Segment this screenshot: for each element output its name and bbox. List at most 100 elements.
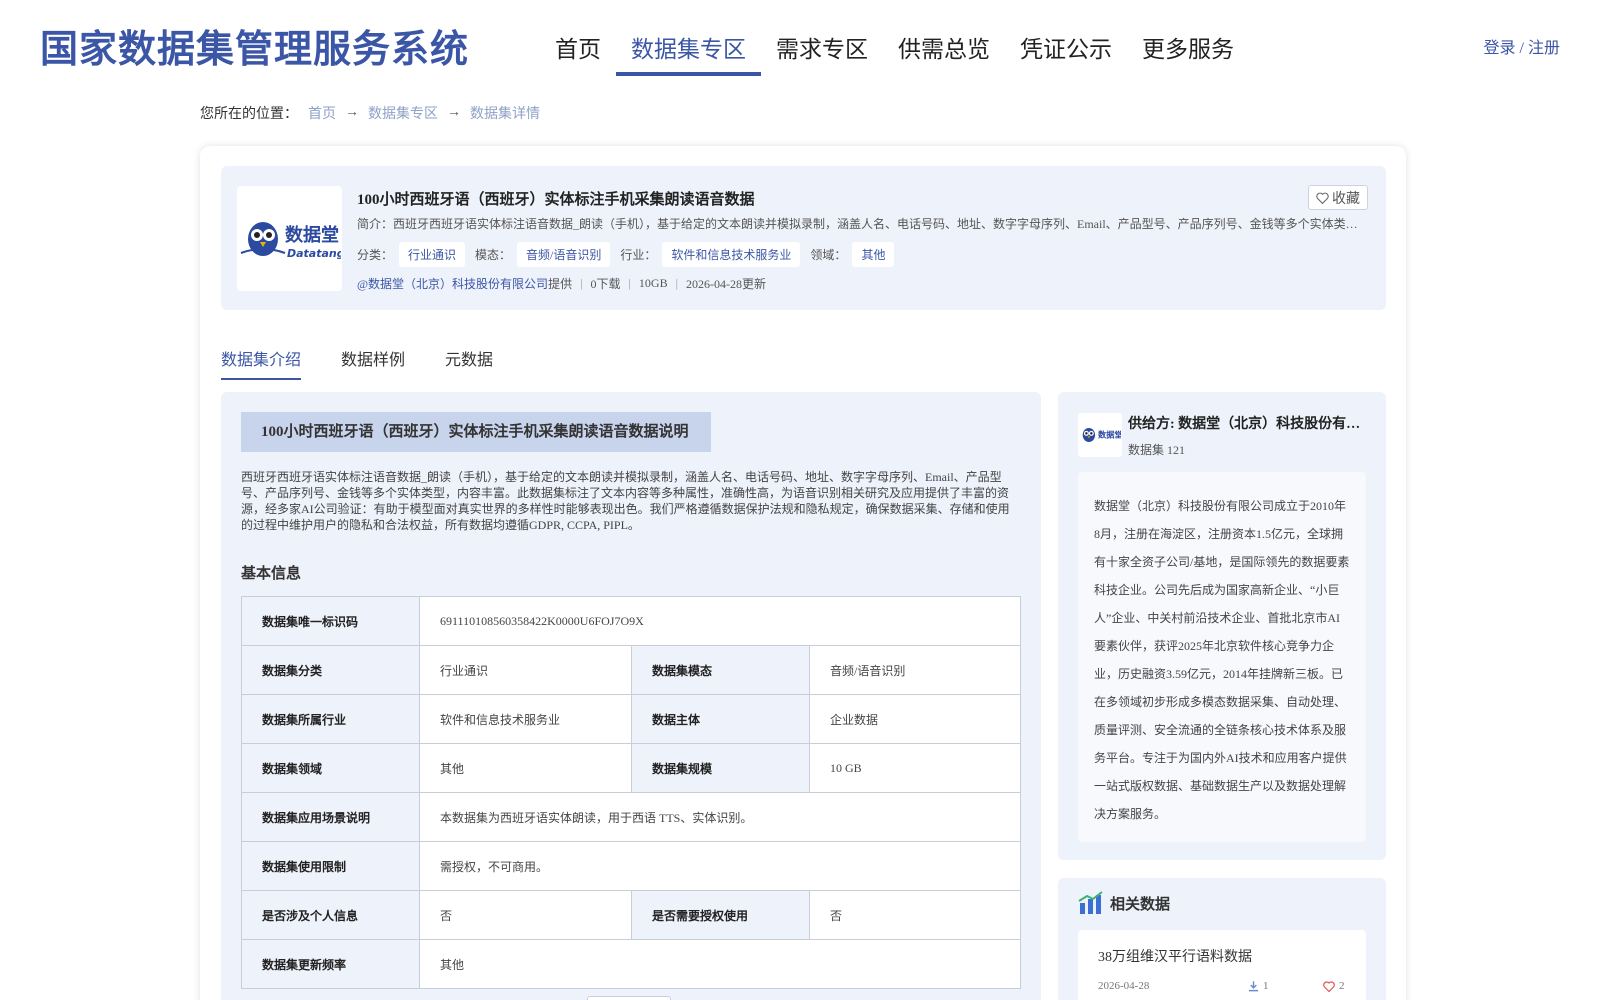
owl-logo-icon: 数据堂 bbox=[1082, 428, 1121, 442]
breadcrumb: 您所在的位置： 首页 → 数据集专区 → 数据集详情 bbox=[200, 103, 540, 123]
related-item-likes[interactable]: 2 bbox=[1323, 980, 1345, 992]
info-key: 数据集规模 bbox=[631, 743, 810, 793]
info-value: 需授权，不可商用。 bbox=[419, 841, 1021, 891]
login-register-link[interactable]: 登录 / 注册 bbox=[1484, 34, 1560, 58]
table-row: 数据集唯一标识码 691110108560358422K0000U6FOJ7O9… bbox=[241, 596, 1021, 646]
nav-more[interactable]: 更多服务 bbox=[1127, 24, 1249, 76]
related-title: 相关数据 bbox=[1078, 891, 1170, 915]
heart-icon bbox=[1323, 980, 1335, 992]
info-key: 数据集模态 bbox=[631, 645, 810, 695]
provided-text: 提供 bbox=[548, 277, 573, 291]
svg-text:数据堂: 数据堂 bbox=[285, 224, 339, 246]
basic-info-title: 基本信息 bbox=[241, 566, 302, 582]
basic-info-table: 数据集唯一标识码 691110108560358422K0000U6FOJ7O9… bbox=[241, 596, 1021, 989]
svg-text:数据堂: 数据堂 bbox=[1098, 429, 1121, 439]
breadcrumb-home[interactable]: 首页 bbox=[308, 103, 336, 123]
provider-link[interactable]: @数据堂（北京）科技股份有限公司 bbox=[357, 275, 548, 292]
tab-metadata[interactable]: 元数据 bbox=[445, 346, 493, 380]
tag-label-domain: 领域： bbox=[810, 248, 847, 262]
related-item-download-count: 1 bbox=[1263, 980, 1269, 992]
dataset-title: 100小时西班牙语（西班牙）实体标注手机采集朗读语音数据 bbox=[357, 192, 755, 208]
nav-datasets[interactable]: 数据集专区 bbox=[616, 24, 761, 76]
meta-separator: | bbox=[675, 276, 678, 290]
provider-logo[interactable]: 数据堂 bbox=[1078, 413, 1122, 457]
favorite-button[interactable]: 收藏 bbox=[1308, 185, 1368, 210]
detail-tabs: 数据集介绍 数据样例 元数据 bbox=[221, 346, 533, 380]
nav-demands[interactable]: 需求专区 bbox=[761, 24, 883, 76]
provider-description: 数据堂（北京）科技股份有限公司成立于2010年8月，注册在海淀区，注册资本1.5… bbox=[1078, 472, 1366, 842]
info-key: 数据集更新频率 bbox=[241, 939, 420, 989]
info-key: 是否涉及个人信息 bbox=[241, 890, 420, 940]
chart-icon bbox=[1078, 891, 1103, 914]
related-title-label: 相关数据 bbox=[1110, 896, 1171, 913]
breadcrumb-label: 您所在的位置： bbox=[200, 107, 298, 122]
related-item-title[interactable]: 38万组维汉平行语料数据 bbox=[1098, 946, 1252, 966]
table-row: 数据集分类 行业通识 数据集模态 音频/语音识别 bbox=[241, 645, 1021, 695]
breadcrumb-datasets[interactable]: 数据集专区 bbox=[368, 103, 438, 123]
updated-date: 2026-04-28更新 bbox=[685, 277, 766, 291]
owl-logo-icon: 数据堂 Datatang bbox=[240, 221, 341, 260]
info-value: 行业通识 bbox=[419, 645, 632, 695]
table-row: 数据集更新频率 其他 bbox=[241, 939, 1021, 989]
info-key: 数据集领域 bbox=[241, 743, 420, 793]
tag-label-modality: 模态： bbox=[475, 248, 512, 262]
table-row: 数据集所属行业 软件和信息技术服务业 数据主体 企业数据 bbox=[241, 694, 1021, 744]
info-value: 其他 bbox=[419, 939, 1021, 989]
nav-certificates[interactable]: 凭证公示 bbox=[1005, 24, 1127, 76]
related-item[interactable]: 38万组维汉平行语料数据 2026-04-28 1 2 bbox=[1078, 930, 1366, 1000]
table-row: 数据集应用场景说明 本数据集为西班牙语实体朗读，用于西语 TTS、实体识别。 bbox=[241, 792, 1021, 842]
main-nav: 首页 数据集专区 需求专区 供需总览 凭证公示 更多服务 bbox=[540, 24, 1249, 76]
table-row: 是否涉及个人信息 否 是否需要授权使用 否 bbox=[241, 890, 1021, 940]
info-key: 数据集使用限制 bbox=[241, 841, 420, 891]
dataset-logo: 数据堂 Datatang bbox=[237, 186, 342, 291]
related-item-downloads: 1 bbox=[1248, 980, 1269, 992]
tag-modality[interactable]: 音频/语音识别 bbox=[517, 242, 611, 267]
download-count: 0下载 bbox=[590, 277, 621, 291]
favorite-label: 收藏 bbox=[1332, 191, 1360, 207]
info-value: 本数据集为西班牙语实体朗读，用于西语 TTS、实体识别。 bbox=[419, 792, 1021, 842]
info-value: 软件和信息技术服务业 bbox=[419, 694, 632, 744]
info-value: 否 bbox=[809, 890, 1021, 940]
breadcrumb-current: 数据集详情 bbox=[470, 107, 540, 122]
info-value: 其他 bbox=[419, 743, 632, 793]
tag-label-category: 分类： bbox=[357, 248, 394, 262]
info-key: 数据主体 bbox=[631, 694, 810, 744]
meta-separator: | bbox=[628, 276, 631, 290]
tag-domain[interactable]: 其他 bbox=[852, 242, 895, 267]
provider-name[interactable]: 供给方: 数据堂（北京）科技股份有限公司 bbox=[1128, 413, 1368, 433]
dataset-size: 10GB bbox=[638, 276, 668, 290]
arrow-right-icon: → bbox=[345, 105, 359, 120]
info-key: 数据集分类 bbox=[241, 645, 420, 695]
intro-title: 100小时西班牙语（西班牙）实体标注手机采集朗读语音数据说明 bbox=[241, 412, 711, 452]
provider-dataset-count: 数据集 121 bbox=[1128, 443, 1186, 457]
nav-home[interactable]: 首页 bbox=[540, 24, 616, 76]
table-row: 数据集领域 其他 数据集规模 10 GB bbox=[241, 743, 1021, 793]
related-item-date: 2026-04-28 bbox=[1098, 980, 1150, 992]
pagination[interactable] bbox=[587, 996, 671, 1000]
tab-samples[interactable]: 数据样例 bbox=[341, 346, 405, 380]
info-key: 数据集唯一标识码 bbox=[241, 596, 420, 646]
info-value: 691110108560358422K0000U6FOJ7O9X bbox=[419, 596, 1021, 646]
svg-text:Datatang: Datatang bbox=[287, 247, 341, 260]
info-value: 音频/语音识别 bbox=[809, 645, 1021, 695]
tag-label-industry: 行业： bbox=[620, 248, 657, 262]
meta-separator: | bbox=[580, 276, 583, 290]
arrow-right-icon: → bbox=[447, 105, 461, 120]
download-icon bbox=[1248, 981, 1259, 992]
intro-text: 西班牙西班牙语实体标注语音数据_朗读（手机），基于给定的文本朗读并模拟录制，涵盖… bbox=[241, 470, 1010, 532]
info-key: 数据集应用场景说明 bbox=[241, 792, 420, 842]
related-item-like-count: 2 bbox=[1339, 980, 1345, 992]
nav-overview[interactable]: 供需总览 bbox=[883, 24, 1005, 76]
dataset-summary: 简介：西班牙西班牙语实体标注语音数据_朗读（手机），基于给定的文本朗读并模拟录制… bbox=[357, 217, 1367, 231]
tab-intro[interactable]: 数据集介绍 bbox=[221, 346, 302, 380]
heart-icon bbox=[1316, 192, 1329, 204]
info-value: 企业数据 bbox=[809, 694, 1021, 744]
tag-category[interactable]: 行业通识 bbox=[399, 242, 466, 267]
info-value: 10 GB bbox=[809, 743, 1021, 793]
header: 国家数据集管理服务系统 首页 数据集专区 需求专区 供需总览 凭证公示 更多服务… bbox=[0, 0, 1600, 80]
info-key: 数据集所属行业 bbox=[241, 694, 420, 744]
table-row: 数据集使用限制 需授权，不可商用。 bbox=[241, 841, 1021, 891]
site-logo[interactable]: 国家数据集管理服务系统 bbox=[40, 18, 469, 73]
tag-industry[interactable]: 软件和信息技术服务业 bbox=[662, 242, 801, 267]
dataset-tags: 分类： 行业通识 模态： 音频/语音识别 行业： 软件和信息技术服务业 领域： … bbox=[357, 242, 904, 267]
